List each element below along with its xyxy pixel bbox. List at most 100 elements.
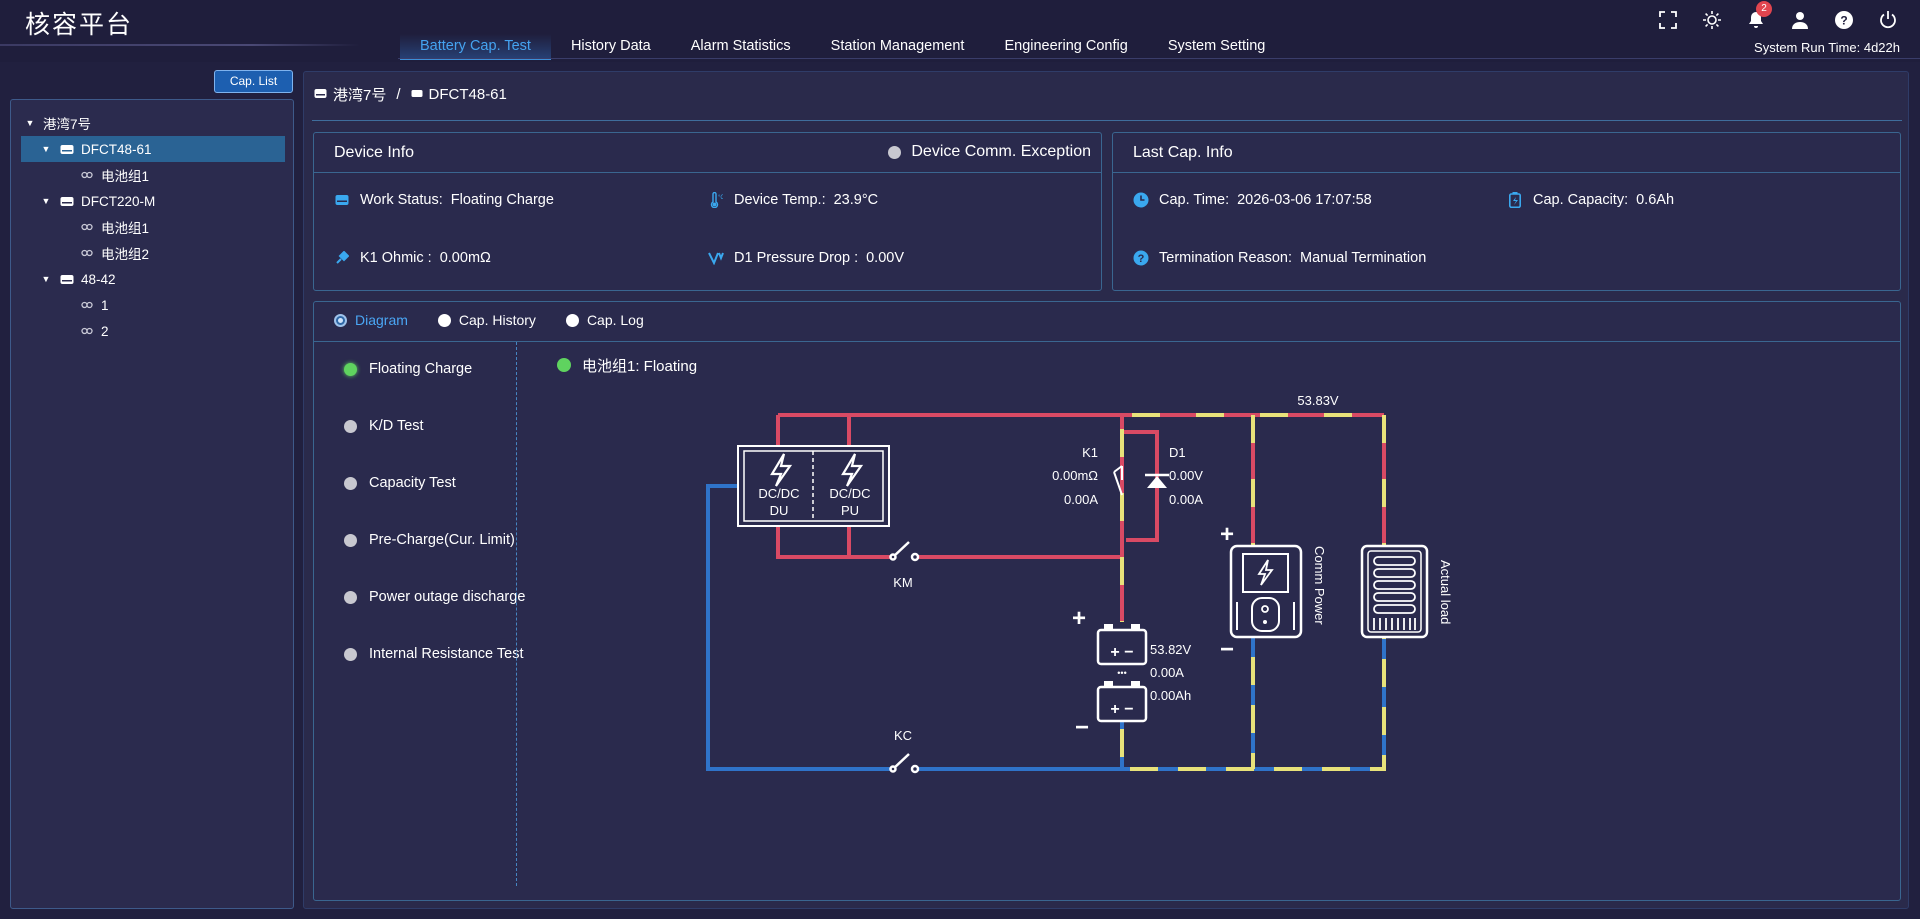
system-run-time: System Run Time: 4d22h: [1754, 40, 1900, 55]
tree-label: 1: [101, 297, 109, 313]
device-tree-panel: ▼ 港湾7号 ▼ DFCT48-61 电池组1 ▼ DFCT220-M 电池组1…: [10, 99, 294, 909]
last-cap-info-card: Last Cap. Info Cap. Time: 2026-03-06 17:…: [1112, 132, 1901, 291]
fullscreen-icon[interactable]: [1656, 8, 1680, 32]
group-status-text: 电池组1: Floating: [582, 358, 697, 375]
help-icon[interactable]: ?: [1832, 8, 1856, 32]
field-label: D1 Pressure Drop :: [734, 250, 859, 266]
battery-polarity: + −: [1110, 644, 1133, 661]
comm-power-plus: +: [1220, 521, 1234, 548]
tab-alarm-statistics[interactable]: Alarm Statistics: [671, 34, 811, 60]
device-temp-field: °C Device Temp.: 23.9°C: [708, 192, 878, 208]
caret-down-icon[interactable]: ▼: [25, 118, 35, 128]
tree-label: 电池组2: [101, 247, 150, 262]
tree-battery-group[interactable]: 1: [21, 292, 285, 318]
tab-station-management[interactable]: Station Management: [811, 34, 985, 60]
group-status-dot: [557, 358, 571, 372]
link-icon: [79, 247, 95, 259]
tree-battery-group[interactable]: 电池组1: [21, 162, 285, 188]
svg-text:?: ?: [1840, 14, 1847, 28]
field-label: Work Status:: [360, 192, 443, 208]
bus-voltage: 53.83V: [1297, 393, 1339, 408]
caret-down-icon[interactable]: ▼: [41, 274, 51, 284]
caret-down-icon[interactable]: ▼: [41, 196, 51, 206]
device-icon: [59, 143, 75, 155]
clock-icon: [1133, 192, 1149, 208]
tab-system-setting[interactable]: System Setting: [1148, 34, 1286, 60]
cap-list-button[interactable]: Cap. List: [214, 70, 293, 93]
d1-drop-field: D1 Pressure Drop : 0.00V: [708, 250, 904, 266]
tree-battery-group[interactable]: 电池组2: [21, 240, 285, 266]
title-underline: [0, 44, 360, 46]
breadcrumb-separator: /: [396, 86, 401, 103]
k1-label: K1: [1082, 445, 1098, 460]
nav-underline: [398, 58, 1920, 59]
card-header: Last Cap. Info: [1113, 133, 1900, 173]
tab-engineering-config[interactable]: Engineering Config: [984, 34, 1147, 60]
card-header: Device Info Device Comm. Exception: [314, 133, 1101, 173]
link-icon: [79, 299, 95, 311]
battery-capacity: 0.00Ah: [1150, 688, 1191, 703]
caret-down-icon[interactable]: ▼: [41, 144, 51, 154]
device-icon: [59, 195, 75, 207]
cap-time-value: 2026-03-06 17:07:58: [1237, 192, 1372, 208]
station-icon: [314, 86, 327, 103]
tree-station[interactable]: ▼ 港湾7号: [21, 110, 285, 136]
comm-power-device: [1229, 544, 1303, 639]
app-title: 核容平台: [25, 10, 134, 39]
power-icon[interactable]: [1876, 8, 1900, 32]
tree-device-48-42[interactable]: ▼ 48-42: [21, 266, 285, 292]
bell-icon[interactable]: 2: [1744, 1, 1772, 32]
battery-polarity: + −: [1110, 701, 1133, 718]
theme-sun-icon[interactable]: [1700, 8, 1724, 32]
actual-load-label: Actual load: [1438, 560, 1453, 624]
k1-current: 0.00A: [1064, 492, 1098, 507]
device-temp-value: 23.9°C: [833, 192, 879, 208]
actual-load-device: [1360, 544, 1429, 639]
cap-capacity-value: 0.6Ah: [1636, 192, 1675, 208]
d1-label: D1: [1169, 445, 1186, 460]
dcdc-right-line2: PU: [841, 503, 859, 518]
header-icons: 2 ?: [1656, 1, 1900, 32]
breadcrumb: 港湾7号 / DFCT48-61: [314, 84, 507, 105]
work-status-value: Floating Charge: [450, 192, 554, 208]
user-icon[interactable]: [1788, 8, 1812, 32]
device-icon: [411, 86, 423, 103]
work-status-field: Work Status: Floating Charge: [334, 192, 554, 208]
km-label: KM: [893, 575, 913, 590]
field-label: K1 Ohmic :: [360, 250, 432, 266]
dcdc-unit: DC/DC DU DC/DC PU: [737, 445, 890, 527]
device-icon: [59, 273, 75, 285]
tree-label: 2: [101, 323, 109, 339]
tree-device-dfct48-61[interactable]: ▼ DFCT48-61: [21, 136, 285, 162]
battery-current: 0.00A: [1150, 665, 1184, 680]
device-status-icon: [334, 192, 350, 208]
termination-value: Manual Termination: [1300, 250, 1427, 266]
main-nav: Battery Cap. Test History Data Alarm Sta…: [400, 34, 1285, 60]
comm-power-minus: −: [1220, 636, 1234, 663]
battery-charge-icon: [1507, 192, 1523, 208]
battery-minus: −: [1075, 714, 1089, 741]
k1-ohmic-field: K1 Ohmic : 0.00mΩ: [334, 250, 491, 266]
comm-status-dot: [888, 145, 902, 159]
svg-text:°C: °C: [718, 195, 723, 201]
breadcrumb-station[interactable]: 港湾7号: [333, 84, 386, 105]
field-label: Cap. Capacity:: [1533, 192, 1629, 208]
k1-ohmic: 0.00mΩ: [1052, 468, 1098, 483]
dcdc-left-line1: DC/DC: [758, 486, 799, 501]
tree-label: 电池组1: [101, 221, 150, 236]
link-icon: [79, 325, 95, 337]
tab-battery-cap-test[interactable]: Battery Cap. Test: [400, 34, 551, 60]
top-bar: 核容平台 Battery Cap. Test History Data Alar…: [0, 0, 1920, 62]
cap-time-field: Cap. Time: 2026-03-06 17:07:58: [1133, 192, 1372, 208]
tree-battery-group[interactable]: 电池组1: [21, 214, 285, 240]
link-icon: [79, 169, 95, 181]
field-label: Device Temp.:: [734, 192, 826, 208]
last-cap-info-title: Last Cap. Info: [1133, 144, 1233, 161]
tab-history-data[interactable]: History Data: [551, 34, 671, 60]
tree-battery-group[interactable]: 2: [21, 318, 285, 344]
k1-ohmic-value: 0.00mΩ: [439, 250, 491, 266]
comm-power-label: Comm Power: [1312, 546, 1327, 625]
kc-switch: [889, 753, 920, 774]
d1-diode: [1145, 473, 1169, 488]
tree-device-dfct220-m[interactable]: ▼ DFCT220-M: [21, 188, 285, 214]
